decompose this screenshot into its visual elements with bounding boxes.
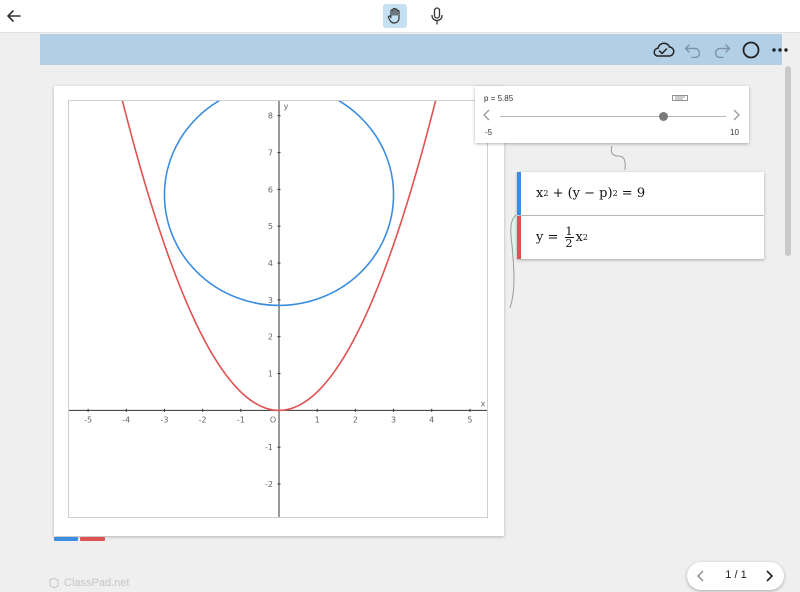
y-tick-label: 2 <box>268 333 273 342</box>
scroll-thumb[interactable] <box>785 66 791 256</box>
parabola-graph-chip[interactable] <box>80 537 105 541</box>
x-tick-label: -2 <box>199 415 207 424</box>
more-menu-button[interactable] <box>768 38 792 62</box>
y-tick-label: -1 <box>265 443 273 452</box>
x-tick-label: 2 <box>353 415 358 424</box>
expression-text: y = 12x2 <box>536 225 588 250</box>
x-tick-label: 4 <box>429 415 434 424</box>
undo-button[interactable] <box>681 38 705 62</box>
slider-min-label: -5 <box>485 128 493 137</box>
hand-pan-icon <box>387 7 400 24</box>
x-tick-label: -5 <box>84 415 92 424</box>
y-tick-label: 3 <box>268 296 273 305</box>
x-tick-label: -4 <box>122 415 130 424</box>
origin-label: O <box>270 415 276 424</box>
x-tick-label: 3 <box>391 415 396 424</box>
graph-card: -5 -4 -3 -2 -1 1 2 3 4 5 -2 -1 1 2 3 4 5 6 7 8 Ox y <box>54 86 504 536</box>
back-button[interactable] <box>2 4 26 28</box>
parameter-slider-card: p = 5.85 -5 10 <box>475 86 749 143</box>
y-tick-label: 5 <box>268 222 273 231</box>
x-tick-label: -1 <box>237 415 245 424</box>
slider-thumb[interactable] <box>658 112 668 121</box>
y-tick-label: -2 <box>265 480 273 489</box>
expression-text: x2 + (y − p) 2 = 9 <box>536 186 646 201</box>
classpad-logo-icon <box>49 577 59 589</box>
y-axis-label: y <box>284 102 289 111</box>
undo-icon <box>684 44 701 58</box>
vertical-scrollbar[interactable] <box>784 66 792 592</box>
microphone-icon <box>431 7 443 25</box>
next-page-button[interactable] <box>761 568 777 584</box>
x-tick-label: 5 <box>467 415 472 424</box>
expression-color-bar <box>517 216 521 259</box>
x-tick-label: 1 <box>315 415 320 424</box>
graph-plot: -5 -4 -3 -2 -1 1 2 3 4 5 -2 -1 1 2 3 4 5 6 7 8 Ox y <box>69 101 487 517</box>
redo-button[interactable] <box>710 38 734 62</box>
expression-color-bar <box>517 172 521 215</box>
arrow-left-icon <box>7 10 21 22</box>
expression-circle[interactable]: x2 + (y − p) 2 = 9 <box>517 172 764 215</box>
expression-parabola[interactable]: y = 12x2 <box>517 216 764 259</box>
redo-icon <box>714 44 731 58</box>
classpad-watermark: ClassPad.net <box>48 577 129 589</box>
previous-page-button[interactable] <box>693 568 709 584</box>
pan-tool-button[interactable] <box>383 4 407 28</box>
x-tick-label: -3 <box>160 415 168 424</box>
more-icon <box>772 48 788 52</box>
page-navigator: 1 / 1 <box>687 562 784 590</box>
slider-increase-button[interactable] <box>730 109 742 121</box>
y-tick-label: 7 <box>268 149 273 158</box>
y-tick-label: 4 <box>268 259 273 268</box>
graph-area[interactable]: -5 -4 -3 -2 -1 1 2 3 4 5 -2 -1 1 2 3 4 5 6 7 8 Ox y <box>68 100 488 518</box>
watermark-text: ClassPad.net <box>64 577 130 589</box>
save-status-button[interactable] <box>651 38 675 62</box>
y-tick-label: 1 <box>268 370 273 379</box>
chevron-right-icon <box>766 570 774 582</box>
circle-icon <box>742 41 760 59</box>
shape-tool-button[interactable] <box>739 38 763 62</box>
chevron-left-icon <box>697 570 704 582</box>
page-indicator: 1 / 1 <box>725 569 747 581</box>
top-bar <box>0 0 800 33</box>
slider-label: p = 5.85 <box>484 94 514 103</box>
x-axis-label: x <box>481 399 486 408</box>
toolbar <box>40 34 788 65</box>
y-tick-label: 6 <box>268 185 273 194</box>
circle-graph-chip[interactable] <box>54 537 78 541</box>
cloud-check-icon <box>653 42 675 57</box>
y-tick-label: 8 <box>268 112 273 121</box>
slider-decrease-button[interactable] <box>481 109 493 121</box>
slider-max-label: 10 <box>730 128 739 137</box>
voice-input-button[interactable] <box>426 4 448 28</box>
slider-settings-icon[interactable] <box>672 95 688 101</box>
slider-track[interactable] <box>500 116 726 117</box>
